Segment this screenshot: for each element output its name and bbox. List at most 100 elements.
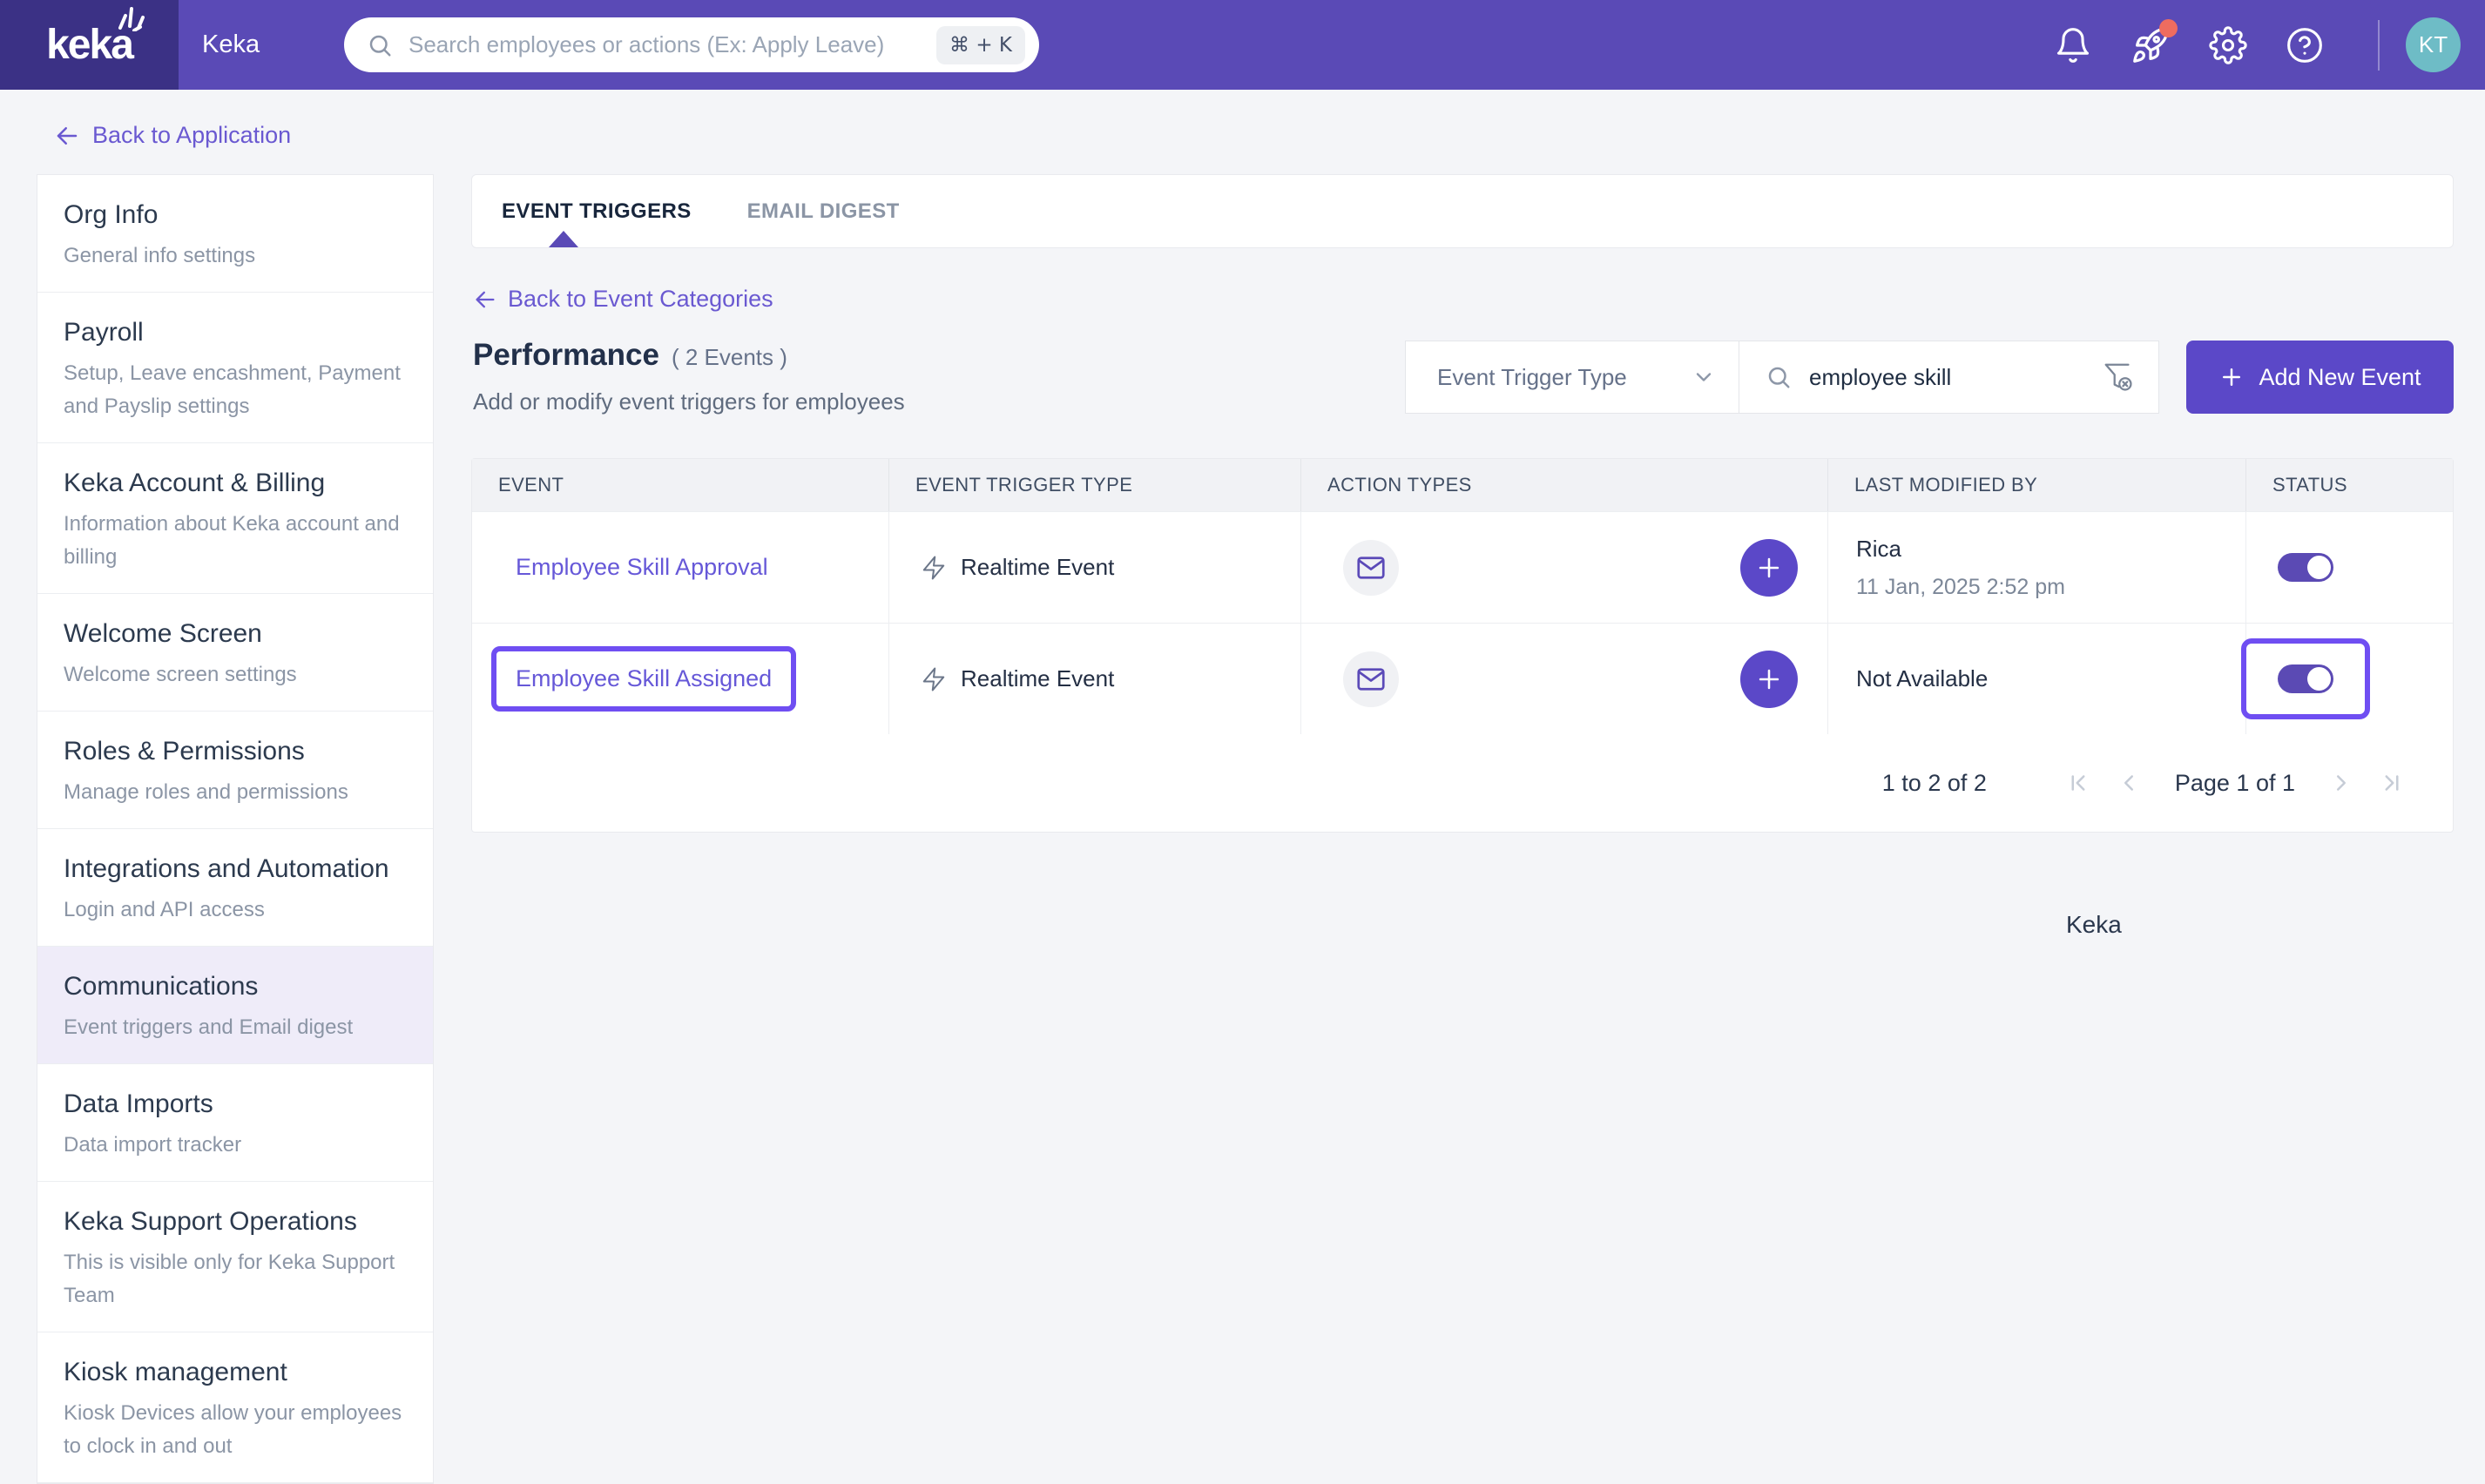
sidebar-item-subtitle: Information about Keka account and billi… bbox=[64, 512, 400, 569]
status-toggle[interactable] bbox=[2278, 664, 2333, 693]
prev-page-icon[interactable] bbox=[2116, 770, 2142, 796]
sidebar-item-title: Communications bbox=[64, 972, 259, 1001]
add-action-button[interactable] bbox=[1740, 538, 1798, 597]
filter-box: Event Trigger Type bbox=[1405, 341, 2159, 414]
table-row: Employee Skill Approval Realtime Event R… bbox=[472, 511, 2453, 623]
search-icon bbox=[369, 35, 391, 56]
add-new-event-button[interactable]: Add New Event bbox=[2186, 341, 2454, 414]
status-toggle[interactable] bbox=[2278, 553, 2333, 582]
page-title: Performance bbox=[473, 338, 659, 372]
search-icon bbox=[1768, 367, 1790, 388]
tab-email-digest[interactable]: EMAIL DIGEST bbox=[747, 199, 900, 224]
event-search bbox=[1739, 341, 2158, 413]
events-count: ( 2 Events ) bbox=[671, 344, 787, 370]
topbar: keka Keka ⌘ + K bbox=[0, 0, 2485, 90]
column-header: ACTION TYPES bbox=[1301, 459, 1828, 511]
sidebar-item-subtitle: Welcome screen settings bbox=[64, 663, 297, 686]
mail-icon bbox=[1357, 667, 1385, 691]
gear-icon[interactable] bbox=[2209, 25, 2247, 64]
last-modified-date: 11 Jan, 2025 2:52 pm bbox=[1856, 574, 2065, 599]
table-row: Employee Skill Assigned Realtime Event N… bbox=[472, 623, 2453, 734]
clear-filter-icon[interactable] bbox=[2101, 360, 2136, 395]
sidebar-item-title: Data Imports bbox=[64, 1089, 213, 1118]
sidebar-item-title: Roles & Permissions bbox=[64, 737, 305, 766]
trigger-type-label: Realtime Event bbox=[961, 665, 1115, 691]
status-toggle-highlight-box bbox=[2278, 553, 2333, 582]
sidebar-item-title: Payroll bbox=[64, 318, 144, 347]
toggle-knob bbox=[2307, 667, 2331, 691]
events-table: EVENT EVENT TRIGGER TYPE ACTION TYPES LAST … bbox=[471, 458, 2454, 833]
last-modified-by: Rica bbox=[1856, 535, 1902, 562]
add-new-event-label: Add New Event bbox=[2259, 363, 2421, 390]
next-page-icon[interactable] bbox=[2328, 770, 2354, 796]
rocket-icon[interactable] bbox=[2130, 18, 2178, 65]
sidebar-item-keka-support-operations[interactable]: Keka Support Operations This is visible … bbox=[37, 1182, 433, 1332]
sidebar-item-data-imports[interactable]: Data Imports Data import tracker bbox=[37, 1064, 433, 1182]
keyboard-shortcut-badge: ⌘ + K bbox=[936, 25, 1025, 64]
event-search-input[interactable] bbox=[1809, 363, 2101, 391]
add-action-button[interactable] bbox=[1740, 650, 1798, 708]
sidebar-item-subtitle: This is visible only for Keka Support Te… bbox=[64, 1251, 395, 1307]
sidebar-item-integrations-and-automation[interactable]: Integrations and Automation Login and AP… bbox=[37, 829, 433, 947]
toggle-knob bbox=[2307, 556, 2331, 579]
back-to-event-categories-link[interactable]: Back to Event Categories bbox=[473, 286, 773, 313]
back-to-event-categories-label: Back to Event Categories bbox=[508, 286, 773, 312]
sidebar-item-communications[interactable]: Communications Event triggers and Email … bbox=[37, 947, 433, 1064]
sidebar-item-title: Keka Support Operations bbox=[64, 1207, 357, 1236]
back-to-application-link[interactable]: Back to Application bbox=[54, 122, 291, 149]
back-to-application-label: Back to Application bbox=[92, 122, 292, 148]
arrow-left-icon bbox=[57, 126, 78, 145]
keka-logo: keka bbox=[0, 0, 179, 90]
avatar[interactable]: KT bbox=[2406, 17, 2461, 72]
table-footer: 1 to 2 of 2 Page 1 of 1 bbox=[472, 734, 2453, 832]
sidebar-item-title: Kiosk management bbox=[64, 1358, 287, 1386]
last-modified-by: Not Available bbox=[1856, 665, 1989, 691]
email-action-chip[interactable] bbox=[1343, 539, 1399, 596]
tabbar: EVENT TRIGGERS EMAIL DIGEST bbox=[471, 174, 2454, 248]
sidebar-item-subtitle: Setup, Leave encashment, Payment and Pay… bbox=[64, 361, 401, 418]
settings-nav: Org Info General info settings Payroll S… bbox=[37, 174, 434, 1484]
tab-event-triggers[interactable]: EVENT TRIGGERS bbox=[502, 199, 692, 224]
first-page-icon[interactable] bbox=[2065, 770, 2091, 796]
sidebar-item-roles-permissions[interactable]: Roles & Permissions Manage roles and per… bbox=[37, 712, 433, 829]
dropdown-selected-value: Event Trigger Type bbox=[1437, 363, 1627, 390]
global-search-input[interactable] bbox=[409, 31, 937, 58]
sidebar-item-subtitle: Kiosk Devices allow your employees to cl… bbox=[64, 1401, 402, 1458]
sidebar-item-payroll[interactable]: Payroll Setup, Leave encashment, Payment… bbox=[37, 293, 433, 443]
email-action-chip[interactable] bbox=[1343, 651, 1399, 707]
arrow-left-icon bbox=[476, 291, 495, 307]
help-icon[interactable] bbox=[2286, 26, 2324, 64]
trigger-type-label: Realtime Event bbox=[961, 554, 1115, 580]
notification-dot bbox=[2159, 18, 2178, 37]
mail-icon bbox=[1357, 556, 1385, 579]
sidebar-item-subtitle: Login and API access bbox=[64, 898, 265, 921]
app-name: Keka bbox=[202, 30, 260, 58]
last-page-icon[interactable] bbox=[2379, 770, 2405, 796]
global-search[interactable]: ⌘ + K bbox=[344, 17, 1039, 72]
chevron-down-icon bbox=[1696, 373, 1712, 381]
topbar-divider bbox=[2378, 19, 2380, 71]
pagination-range: 1 to 2 of 2 bbox=[1881, 769, 1987, 796]
column-header: EVENT bbox=[472, 459, 889, 511]
sidebar-item-org-info[interactable]: Org Info General info settings bbox=[37, 175, 433, 293]
column-header: STATUS bbox=[2272, 474, 2347, 496]
sidebar-item-title: Keka Account & Billing bbox=[64, 469, 326, 497]
event-trigger-type-dropdown[interactable]: Event Trigger Type bbox=[1406, 341, 1739, 413]
pagination-page-label: Page 1 of 1 bbox=[2174, 769, 2295, 796]
plus-icon bbox=[1759, 557, 1779, 577]
main-content: EVENT TRIGGERS EMAIL DIGEST Back to Event… bbox=[471, 174, 2454, 1132]
sidebar-item-title: Integrations and Automation bbox=[64, 854, 389, 883]
lightning-icon bbox=[922, 667, 945, 691]
sidebar-item-welcome-screen[interactable]: Welcome Screen Welcome screen settings bbox=[37, 594, 433, 712]
sidebar-item-subtitle: Data import tracker bbox=[64, 1133, 242, 1157]
event-link[interactable]: Employee Skill Approval bbox=[516, 554, 768, 581]
event-link-highlight-box: Employee Skill Approval bbox=[516, 554, 768, 581]
event-link[interactable]: Employee Skill Assigned bbox=[516, 665, 772, 692]
sidebar-item-subtitle: General info settings bbox=[64, 244, 256, 267]
bell-icon[interactable] bbox=[2054, 26, 2092, 64]
sidebar-item-keka-account-billing[interactable]: Keka Account & Billing Information about… bbox=[37, 443, 433, 594]
lightning-icon bbox=[922, 556, 945, 579]
plus-icon bbox=[2223, 368, 2241, 386]
plus-icon bbox=[1759, 669, 1779, 689]
event-link-highlight-box: Employee Skill Assigned bbox=[491, 646, 797, 712]
